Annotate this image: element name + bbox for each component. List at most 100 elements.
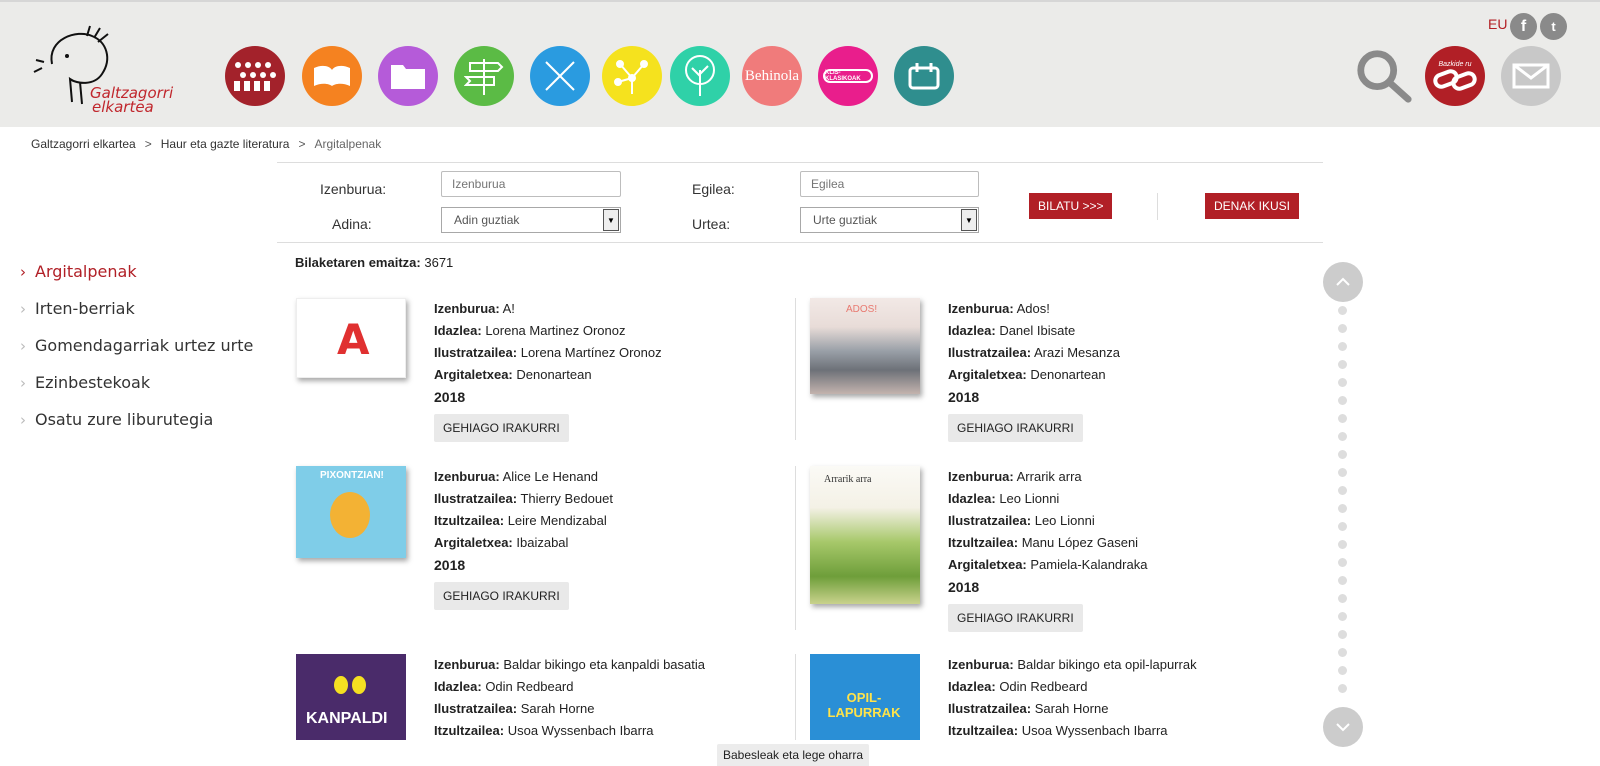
scroll-down-icon[interactable]	[1323, 707, 1363, 747]
book-field: Izenburua: Alice Le Henand	[434, 466, 613, 488]
sidebar-item-ezinbestekoak[interactable]: › Ezinbestekoak	[20, 373, 253, 410]
sidebar-item-label: Osatu zure liburutegia	[35, 410, 214, 429]
scroll-dot[interactable]	[1338, 540, 1347, 549]
behinola-icon[interactable]: Behinola	[742, 46, 802, 106]
age-label: Adina:	[332, 216, 372, 232]
year-select[interactable]: Urte guztiak ▼	[800, 207, 979, 233]
scroll-dot[interactable]	[1338, 360, 1347, 369]
field-label: Izenburua:	[434, 657, 500, 672]
sidebar-item-label: Argitalpenak	[35, 262, 137, 281]
field-label: Itzultzailea:	[948, 723, 1019, 738]
scroll-dot[interactable]	[1338, 648, 1347, 657]
sidebar-item-argitalpenak[interactable]: › Argitalpenak	[20, 262, 253, 299]
folder-icon[interactable]	[378, 46, 438, 106]
field-value: Leo Lionni	[1034, 513, 1095, 528]
galtzagorri-logo[interactable]: Galtzagorri elkartea	[32, 24, 192, 124]
breadcrumb-home[interactable]: Galtzagorri elkartea	[31, 137, 136, 151]
field-label: Argitaletxea:	[948, 367, 1027, 382]
sidebar-item-gomendagarriak[interactable]: › Gomendagarriak urtez urte	[20, 336, 253, 373]
book-cover[interactable]: ADOS!	[810, 298, 920, 394]
scroll-dot[interactable]	[1338, 504, 1347, 513]
read-more-button[interactable]: GEHIAGO IRAKURRI	[434, 582, 569, 610]
scroll-dot[interactable]	[1338, 522, 1347, 531]
scroll-dot[interactable]	[1338, 378, 1347, 387]
scroll-dot[interactable]	[1338, 396, 1347, 405]
signpost-icon[interactable]	[454, 46, 514, 106]
book-cover[interactable]: PIXONTZIAN!	[296, 466, 406, 558]
tree-icon[interactable]	[670, 46, 730, 106]
scroll-dot[interactable]	[1338, 432, 1347, 441]
language-switch[interactable]: EU	[1488, 16, 1507, 32]
bookmark-label: Bazkide ru	[1438, 61, 1471, 68]
sidebar-item-label: Gomendagarriak urtez urte	[35, 336, 254, 355]
read-more-button[interactable]: GEHIAGO IRAKURRI	[434, 414, 569, 442]
sidebar-item-osatu[interactable]: › Osatu zure liburutegia	[20, 410, 253, 447]
column-divider	[795, 466, 796, 630]
book-cover[interactable]: A	[296, 298, 406, 378]
people-icon[interactable]	[225, 46, 285, 106]
book-meta: Izenburua: Ados! Idazlea: Danel Ibisate …	[948, 298, 1120, 442]
scroll-dot[interactable]	[1338, 414, 1347, 423]
scroll-dot[interactable]	[1338, 468, 1347, 477]
chevron-down-icon[interactable]: ▼	[603, 209, 619, 231]
book-field: Ilustratzailea: Leo Lionni	[948, 510, 1147, 532]
scroll-dot[interactable]	[1338, 684, 1347, 693]
facebook-icon[interactable]: f	[1510, 13, 1537, 40]
scroll-dot[interactable]	[1338, 666, 1347, 675]
field-value: Odin Redbeard	[485, 679, 574, 694]
scroll-dot[interactable]	[1338, 612, 1347, 621]
scroll-dot[interactable]	[1338, 306, 1347, 315]
book-cover[interactable]: OPIL-LAPURRAK	[810, 654, 920, 740]
scroll-dot[interactable]	[1338, 558, 1347, 567]
cover-title: PIXONTZIAN!	[320, 470, 384, 481]
book-year: 2018	[948, 389, 980, 405]
book-meta: Izenburua: Arrarik arra Idazlea: Leo Lio…	[948, 466, 1147, 632]
klis-klasikoak-icon[interactable]: KLIS-KLASIKOAK	[818, 46, 878, 106]
link-bookmark-icon[interactable]: Bazkide ru	[1425, 46, 1485, 106]
legal-notice-link[interactable]: Babesleak eta lege oharra	[717, 744, 870, 766]
crossed-pencils-icon[interactable]	[530, 46, 590, 106]
breadcrumb-section[interactable]: Haur eta gazte literatura	[161, 137, 290, 151]
book-card: OPIL-LAPURRAK Izenburua: Baldar bikingo …	[810, 654, 1290, 740]
sidebar-item-irten-berriak[interactable]: › Irten-berriak	[20, 299, 253, 336]
twitter-icon[interactable]: t	[1540, 13, 1567, 40]
field-label: Ilustratzailea:	[434, 345, 518, 360]
field-label: Argitaletxea:	[434, 367, 513, 382]
year-select-value: Urte guztiak	[813, 213, 878, 227]
scroll-dot[interactable]	[1338, 324, 1347, 333]
book-field: Ilustratzailea: Lorena Martínez Oronoz	[434, 342, 662, 364]
logo-text: Galtzagorri elkartea	[90, 86, 173, 115]
search-icon[interactable]	[1354, 46, 1414, 106]
read-more-button[interactable]: GEHIAGO IRAKURRI	[948, 414, 1083, 442]
scroll-dot[interactable]	[1338, 630, 1347, 639]
site-header: Galtzagorri elkartea Behinola KLIS-KLASI…	[0, 0, 1600, 127]
scroll-dot[interactable]	[1338, 486, 1347, 495]
search-button[interactable]: BILATU >>>	[1029, 193, 1113, 219]
field-value: Sarah Horne	[520, 701, 595, 716]
scroll-dot[interactable]	[1338, 450, 1347, 459]
chevron-down-icon[interactable]: ▼	[961, 209, 977, 231]
column-divider	[795, 654, 796, 740]
book-field: Itzultzailea: Usoa Wyssenbach Ibarra	[948, 720, 1197, 740]
field-value: Leire Mendizabal	[507, 513, 607, 528]
calendar-icon[interactable]	[894, 46, 954, 106]
show-all-button[interactable]: DENAK IKUSI	[1205, 193, 1300, 219]
sidebar-nav: › Argitalpenak › Irten-berriak › Gomendagar…	[20, 262, 253, 447]
scroll-dot[interactable]	[1338, 342, 1347, 351]
scroll-dot[interactable]	[1338, 576, 1347, 585]
book-field: Argitaletxea: Pamiela-Kalandraka	[948, 554, 1147, 576]
open-book-icon[interactable]	[302, 46, 362, 106]
author-input[interactable]	[800, 171, 979, 197]
field-value: Usoa Wyssenbach Ibarra	[507, 723, 654, 738]
network-icon[interactable]	[602, 46, 662, 106]
title-input[interactable]	[441, 171, 621, 197]
book-cover[interactable]: KANPALDI	[296, 654, 406, 740]
book-field: Izenburua: Arrarik arra	[948, 466, 1147, 488]
read-more-button[interactable]: GEHIAGO IRAKURRI	[948, 604, 1083, 632]
age-select[interactable]: Adin guztiak ▼	[441, 207, 621, 233]
book-cover[interactable]: Arrarik arra	[810, 466, 920, 604]
scroll-dot[interactable]	[1338, 594, 1347, 603]
scroll-up-icon[interactable]	[1323, 262, 1363, 302]
cover-illustration	[330, 492, 370, 538]
mail-icon[interactable]	[1501, 46, 1561, 106]
